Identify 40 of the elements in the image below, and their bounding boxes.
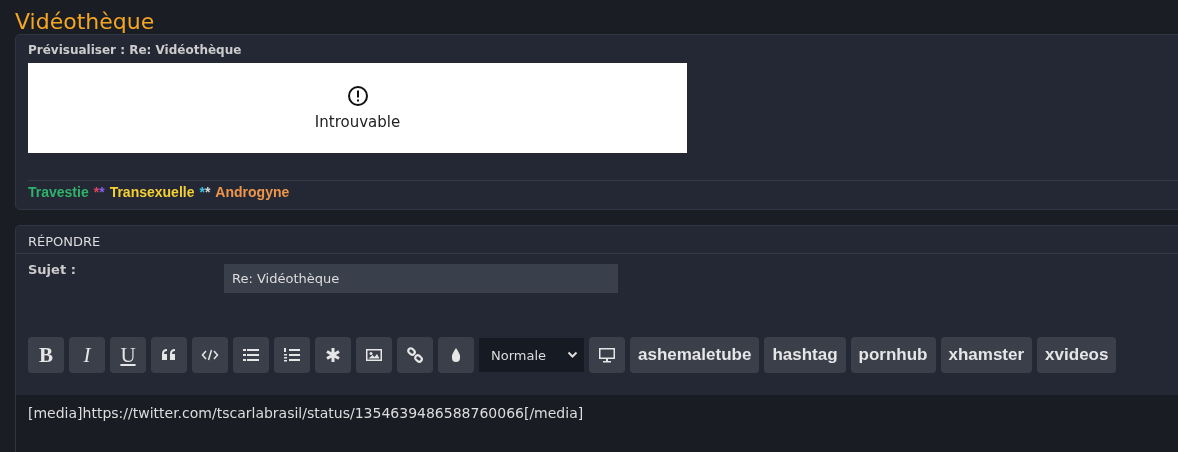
tag-button[interactable]: xvideos [1037,337,1117,373]
subject-field[interactable]: Re: Vidéothèque [224,264,618,293]
link-icon [406,346,424,364]
tag-button[interactable]: xhamster [940,337,1033,373]
tag-button[interactable]: ashemaletube [630,337,760,373]
monitor-icon [598,346,616,364]
star-mark: * [99,184,105,200]
size-select[interactable]: Normale [479,338,584,372]
asterisk-icon [324,346,342,364]
star-mark: * [199,184,205,200]
quote-button[interactable] [151,337,187,373]
chevron-icon [567,351,578,359]
monitor-button[interactable] [589,337,625,373]
star-mark: * [204,184,211,200]
numbered-list-icon [283,346,301,364]
star-mark: * [93,184,100,200]
numbered-button[interactable] [274,337,310,373]
bold-button[interactable]: B [28,337,64,373]
preview-label: Prévisualiser : Re: Vidéothèque [28,43,243,59]
asterisk-button[interactable] [315,337,351,373]
link-button[interactable] [397,337,433,373]
signature-word: Androgyne [215,184,290,200]
subject-label: Sujet : [28,262,77,279]
warning-icon [346,85,369,107]
image-icon [365,346,383,364]
drop-button[interactable] [438,337,474,373]
code-button[interactable] [192,337,228,373]
underline-button[interactable]: U [110,337,146,373]
embed-message: Introuvable [314,113,401,131]
tag-button[interactable]: pornhub [850,337,936,373]
list-button[interactable] [233,337,269,373]
signature-word: Transexuelle [109,184,195,200]
reply-heading: RÉPONDRE [16,226,1178,254]
image-button[interactable] [356,337,392,373]
page-title: Vidéothèque [14,8,156,34]
tag-button[interactable]: hashtag [764,337,846,373]
signature-word: Travestie [28,184,89,200]
message-text: [media]https://twitter.com/tscarlabrasil/status/1354639486588760066[/media] [28,405,584,421]
italic-button[interactable]: I [69,337,105,373]
list-icon [242,346,260,364]
